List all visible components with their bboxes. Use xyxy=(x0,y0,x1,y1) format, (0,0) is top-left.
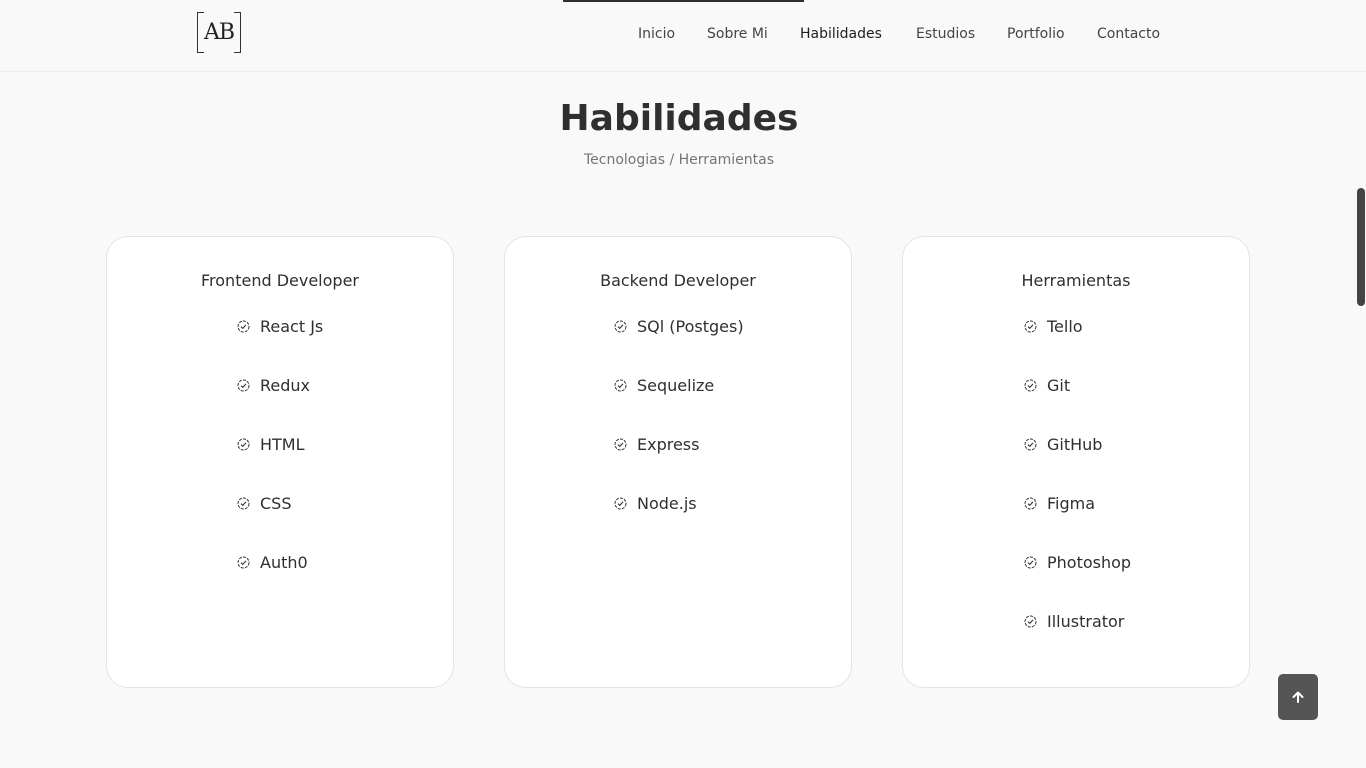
check-circle-icon xyxy=(614,438,627,451)
check-circle-icon xyxy=(1024,615,1037,628)
skills-card-tools: Herramientas Tello. Git. GitHub. Figma. … xyxy=(902,236,1250,688)
skill-name: Photoshop xyxy=(1047,553,1132,572)
nav-link-estudios[interactable]: Estudios xyxy=(916,26,975,42)
check-circle-icon xyxy=(237,438,250,451)
skill-level: . xyxy=(637,402,639,407)
skills-card-backend: Backend Developer SQl (Postges). Sequeli… xyxy=(504,236,852,688)
skill-level: . xyxy=(260,520,262,525)
nav-link-habilidades[interactable]: Habilidades xyxy=(800,26,882,42)
skill-name: CSS xyxy=(260,494,292,513)
skill-name: Tello xyxy=(1047,317,1083,336)
skill-name: Express xyxy=(637,435,700,454)
skill-name: SQl (Postges) xyxy=(637,317,744,336)
check-circle-icon xyxy=(614,320,627,333)
scrollbar-thumb[interactable] xyxy=(1357,188,1365,306)
skill-name: React Js xyxy=(260,317,324,336)
card-title: Herramientas xyxy=(1021,271,1131,290)
skill-level: . xyxy=(1047,461,1049,466)
nav-link-portfolio[interactable]: Portfolio xyxy=(1007,26,1065,42)
main-nav: Inicio Sobre Mi Habilidades Estudios Por… xyxy=(0,0,1366,72)
skill-name: Node.js xyxy=(637,494,697,513)
card-title: Backend Developer xyxy=(600,271,756,290)
check-circle-icon xyxy=(237,379,250,392)
check-circle-icon xyxy=(237,497,250,510)
skills-card-frontend: Frontend Developer React Js. Redux. HTML… xyxy=(106,236,454,688)
site-header: AB Inicio Sobre Mi Habilidades Estudios … xyxy=(0,0,1366,72)
skill-level: . xyxy=(1047,402,1049,407)
skill-level: . xyxy=(1047,638,1049,643)
nav-link-inicio[interactable]: Inicio xyxy=(638,26,675,42)
check-circle-icon xyxy=(1024,497,1037,510)
skill-name: GitHub xyxy=(1047,435,1103,454)
check-circle-icon xyxy=(1024,438,1037,451)
skill-name: Sequelize xyxy=(637,376,715,395)
skill-name: Figma xyxy=(1047,494,1096,513)
check-circle-icon xyxy=(614,379,627,392)
skill-name: HTML xyxy=(260,435,305,454)
skill-level: . xyxy=(637,461,639,466)
skill-level: . xyxy=(1047,579,1049,584)
scroll-to-top-button[interactable] xyxy=(1278,674,1318,720)
check-circle-icon xyxy=(1024,320,1037,333)
check-circle-icon xyxy=(1024,379,1037,392)
check-circle-icon xyxy=(237,320,250,333)
check-circle-icon xyxy=(614,497,627,510)
skill-name: Git xyxy=(1047,376,1071,395)
section-title: Habilidades xyxy=(559,98,799,139)
skill-name: Auth0 xyxy=(260,553,308,572)
section-subtitle: Tecnologias / Herramientas xyxy=(583,152,774,168)
skill-level: . xyxy=(260,579,262,584)
skill-level: . xyxy=(260,461,262,466)
skill-level: . xyxy=(1047,520,1049,525)
skill-name: Redux xyxy=(260,376,311,395)
check-circle-icon xyxy=(1024,556,1037,569)
skill-level: . xyxy=(1047,343,1049,348)
skill-level: . xyxy=(260,402,262,407)
skill-level: . xyxy=(637,520,639,525)
nav-link-sobre-mi[interactable]: Sobre Mi xyxy=(707,26,768,42)
arrow-up-icon xyxy=(1292,691,1304,703)
skill-level: . xyxy=(260,343,262,348)
check-circle-icon xyxy=(237,556,250,569)
skill-name: Illustrator xyxy=(1047,612,1125,631)
card-title: Frontend Developer xyxy=(201,271,359,290)
skill-level: . xyxy=(637,343,639,348)
nav-link-contacto[interactable]: Contacto xyxy=(1097,26,1160,42)
